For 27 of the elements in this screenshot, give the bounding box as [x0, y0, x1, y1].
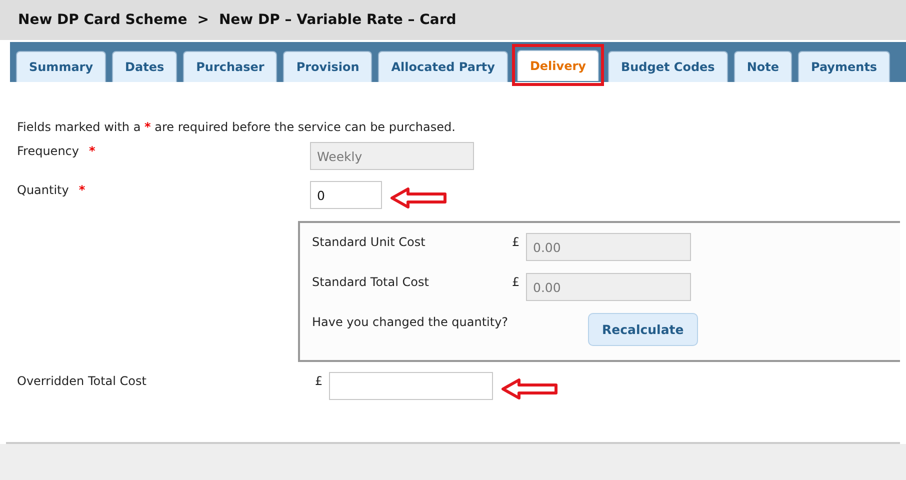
currency-symbol: £ — [315, 373, 324, 388]
question-text: Have you changed the quantity? — [312, 314, 510, 329]
overridden-cost-field[interactable] — [329, 372, 493, 400]
quantity-field[interactable]: 0 — [310, 181, 382, 209]
tab[interactable]: Purchaser — [183, 51, 278, 82]
tab[interactable]: Provision — [283, 51, 372, 82]
field-label: Standard Total Cost — [312, 274, 430, 289]
required-mark: * — [78, 183, 86, 197]
currency-symbol: £ — [512, 234, 521, 249]
field-label: Standard Unit Cost — [312, 234, 426, 249]
required-note: Fields marked with a * are required before the service can be purchased. — [17, 120, 456, 134]
breadcrumb-parent[interactable]: New DP Card Scheme — [18, 12, 188, 28]
page-title: New DP – Variable Rate – Card — [218, 12, 456, 28]
tab[interactable]: Summary — [16, 51, 106, 82]
tab[interactable]: Payments — [798, 51, 890, 82]
currency-symbol: £ — [512, 274, 521, 289]
tab[interactable]: Delivery — [516, 50, 599, 81]
field-label: Overridden Total Cost — [17, 374, 146, 388]
tab[interactable]: Allocated Party — [378, 51, 508, 82]
recalculate-button[interactable]: Recalculate — [588, 313, 698, 346]
tab[interactable]: Note — [734, 51, 792, 82]
breadcrumb-separator: > — [197, 12, 209, 28]
field-label: Frequency — [17, 144, 79, 158]
tab[interactable]: Budget Codes — [608, 51, 728, 82]
tab[interactable]: Dates — [112, 51, 178, 82]
field-label: Quantity — [17, 183, 69, 197]
required-mark: * — [89, 144, 96, 158]
